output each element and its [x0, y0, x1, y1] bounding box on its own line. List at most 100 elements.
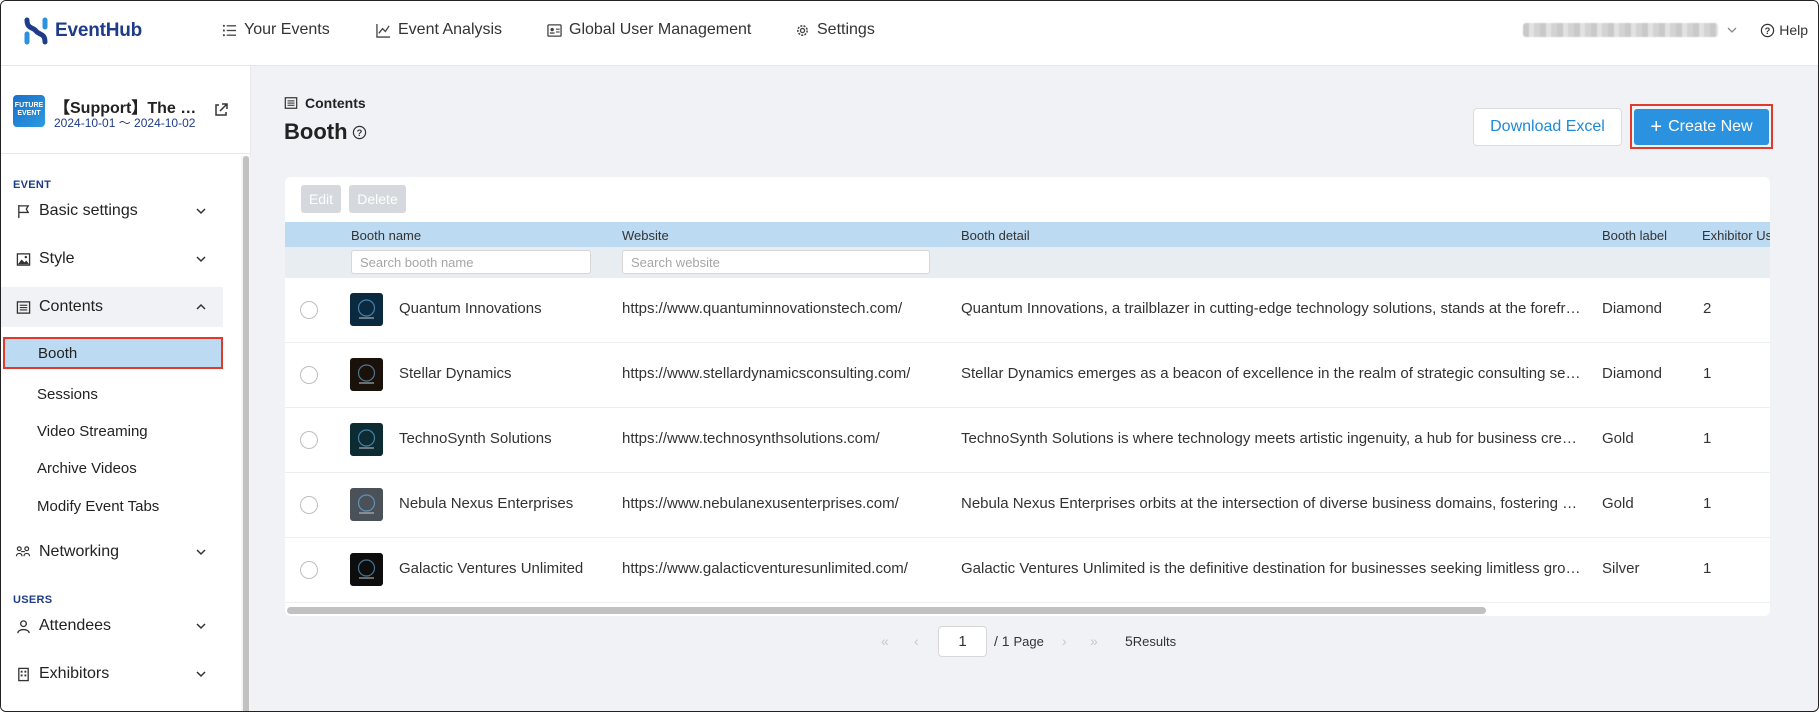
booth-label-cell: Gold [1602, 430, 1634, 447]
booth-detail-cell: TechnoSynth Solutions is where technolog… [961, 430, 1581, 447]
booth-label-cell: Diamond [1602, 365, 1663, 382]
sidebar-subitem-modify-event-tabs[interactable]: Modify Event Tabs [1, 490, 223, 522]
booth-detail-cell: Quantum Innovations, a trailblazer in cu… [961, 300, 1581, 317]
row-select-radio[interactable] [300, 431, 318, 449]
table-row[interactable]: Quantum Innovations https://www.quantumin… [285, 278, 1770, 343]
sidebar-item-label: Style [39, 250, 75, 267]
image-icon [15, 251, 31, 267]
svg-text:?: ? [1765, 25, 1771, 35]
external-link-icon[interactable] [213, 102, 229, 118]
nav-your-events[interactable]: Your Events [222, 21, 330, 39]
results-label: Results [1132, 634, 1177, 649]
sidebar-item-exhibitors[interactable]: Exhibitors [1, 654, 223, 694]
booth-logo [350, 293, 383, 326]
booth-detail-cell: Nebula Nexus Enterprises orbits at the i… [961, 495, 1581, 512]
column-header-booth-label[interactable]: Booth label [1602, 228, 1667, 243]
sidebar-item-attendees[interactable]: Attendees [1, 606, 223, 646]
column-header-website[interactable]: Website [622, 228, 669, 243]
nav-settings[interactable]: Settings [795, 21, 875, 39]
booth-label-cell: Gold [1602, 495, 1634, 512]
event-card: FUTURE EVENT 【Support】The F… 2024-10-01 … [1, 66, 251, 154]
booth-logo [350, 423, 383, 456]
row-select-radio[interactable] [300, 561, 318, 579]
row-select-radio[interactable] [300, 496, 318, 514]
website-cell[interactable]: https://www.galacticventuresunlimited.co… [622, 560, 908, 577]
booth-name-cell: TechnoSynth Solutions [399, 430, 552, 447]
sidebar-item-basic-settings[interactable]: Basic settings [1, 191, 223, 231]
website-cell[interactable]: https://www.quantuminnovationstech.com/ [622, 300, 902, 317]
help-link[interactable]: ? Help [1760, 22, 1808, 38]
table-row[interactable]: Stellar Dynamics https://www.stellardynam… [285, 343, 1770, 408]
horizontal-scrollbar[interactable] [287, 607, 1486, 614]
page-number-input[interactable] [938, 626, 987, 657]
chevron-down-icon [196, 623, 206, 630]
last-page-icon[interactable]: » [1090, 633, 1098, 649]
exhibitor-count-cell: 1 [1703, 430, 1712, 447]
exhibitor-count-cell: 2 [1703, 300, 1712, 317]
table-row[interactable]: TechnoSynth Solutions https://www.technos… [285, 408, 1770, 473]
page-label: Page [1013, 634, 1044, 649]
account-menu[interactable] [1523, 23, 1738, 37]
website-cell[interactable]: https://www.technosynthsolutions.com/ [622, 430, 880, 447]
delete-button[interactable]: Delete [349, 185, 406, 213]
question-circle-icon[interactable]: ? [352, 125, 367, 140]
sidebar-subitem-sessions[interactable]: Sessions [1, 378, 223, 410]
search-booth-name-input[interactable] [351, 250, 591, 274]
booth-logo [350, 488, 383, 521]
app-logo[interactable]: EventHub [23, 17, 142, 45]
nav-global-user-management[interactable]: Global User Management [547, 21, 751, 39]
create-new-button[interactable]: + Create New [1634, 109, 1769, 145]
column-header-booth-detail[interactable]: Booth detail [961, 228, 1030, 243]
help-label: Help [1779, 22, 1808, 38]
website-cell[interactable]: https://www.nebulanexusenterprises.com/ [622, 495, 899, 512]
next-page-icon[interactable]: › [1062, 633, 1067, 649]
download-excel-button[interactable]: Download Excel [1473, 108, 1622, 146]
first-page-icon[interactable]: « [881, 633, 889, 649]
table-row[interactable]: Nebula Nexus Enterprises https://www.nebu… [285, 473, 1770, 538]
column-header-exhibitor-users[interactable]: Exhibitor Us [1702, 228, 1770, 243]
nav-label: Event Analysis [398, 21, 503, 38]
eventhub-logo-icon [24, 17, 48, 45]
filter-row [285, 247, 1770, 278]
sidebar-item-label: Contents [39, 298, 104, 315]
sidebar-subitem-booth[interactable]: Booth [3, 337, 223, 369]
sidebar-item-label: Networking [39, 543, 120, 560]
page-title-block: Booth ? [284, 119, 367, 145]
sidebar-item-networking[interactable]: Networking [1, 532, 223, 572]
sidebar: FUTURE EVENT 【Support】The F… 2024-10-01 … [1, 66, 251, 711]
event-dates: 2024-10-01 ～ 2024-10-02 [54, 116, 196, 130]
sidebar-item-label: Exhibitors [39, 665, 110, 682]
booth-logo [350, 358, 383, 391]
nav-label: Your Events [244, 21, 330, 38]
column-header-booth-name[interactable]: Booth name [351, 228, 421, 243]
row-select-radio[interactable] [300, 301, 318, 319]
chevron-down-icon [196, 256, 206, 263]
app-window: EventHub Your Events Event Analysis Glob… [0, 0, 1819, 712]
sidebar-item-contents[interactable]: Contents [1, 287, 223, 327]
nav-event-analysis[interactable]: Event Analysis [376, 21, 502, 39]
table-header: Booth name Website Booth detail Booth la… [285, 222, 1770, 247]
sidebar-item-style[interactable]: Style [1, 239, 223, 279]
list-icon [222, 24, 237, 36]
svg-text:?: ? [356, 127, 362, 137]
search-website-input[interactable] [622, 250, 930, 274]
section-label-users: USERS [13, 594, 53, 606]
id-card-icon [547, 23, 562, 37]
sidebar-subitem-archive-videos[interactable]: Archive Videos [1, 452, 223, 484]
table-row[interactable]: Galactic Ventures Unlimited https://www.g… [285, 538, 1770, 603]
website-cell[interactable]: https://www.stellardynamicsconsulting.co… [622, 365, 910, 382]
booth-name-cell: Stellar Dynamics [399, 365, 512, 382]
sidebar-subitem-video-streaming[interactable]: Video Streaming [1, 415, 223, 447]
booth-detail-cell: Galactic Ventures Unlimited is the defin… [961, 560, 1581, 577]
breadcrumb-label: Contents [305, 95, 366, 111]
chevron-down-icon [196, 549, 206, 556]
line-chart-icon [376, 23, 391, 38]
top-nav: EventHub Your Events Event Analysis Glob… [1, 1, 1818, 66]
edit-button[interactable]: Edit [301, 185, 341, 213]
sidebar-scrollbar[interactable] [241, 156, 251, 711]
booth-label-cell: Silver [1602, 560, 1640, 577]
row-select-radio[interactable] [300, 366, 318, 384]
prev-page-icon[interactable]: ‹ [914, 633, 919, 649]
booth-logo [350, 553, 383, 586]
user-icon [15, 618, 31, 634]
